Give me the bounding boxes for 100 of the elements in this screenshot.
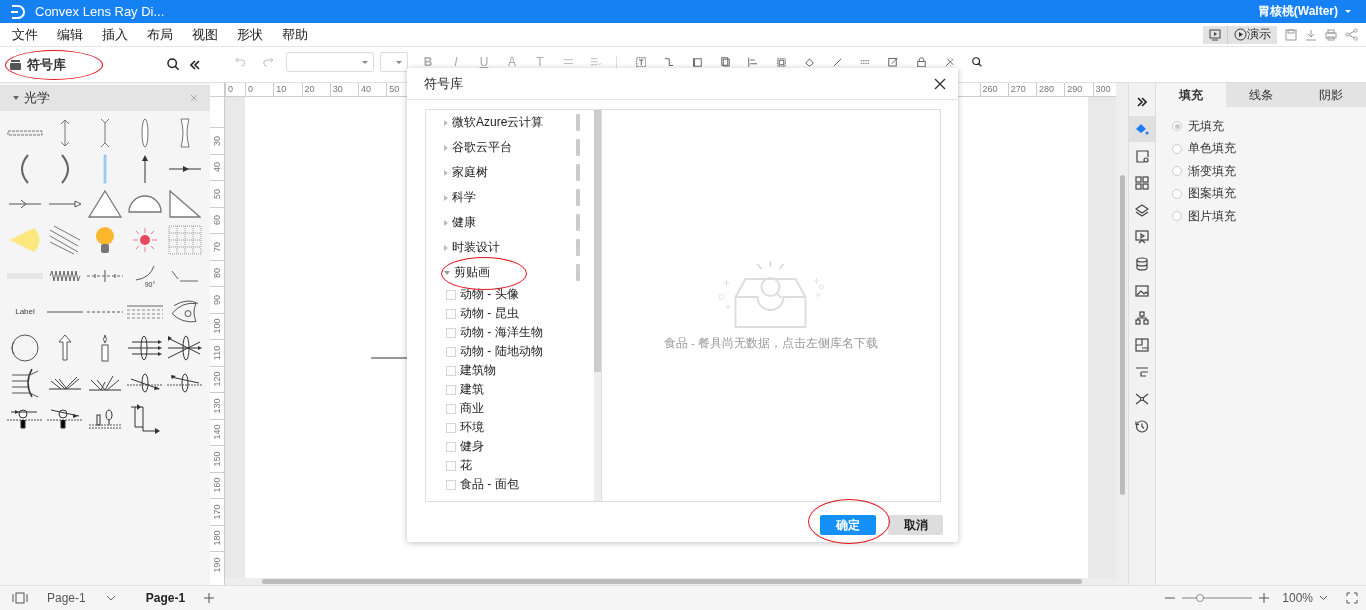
spacing-icon[interactable] <box>590 58 602 66</box>
search-icon[interactable] <box>971 56 983 68</box>
angle-arc-icon <box>135 264 155 281</box>
slider-thumb[interactable] <box>1195 594 1204 602</box>
page-selector[interactable]: Page-1 <box>47 591 116 605</box>
print-icon[interactable] <box>1324 28 1337 41</box>
triangle-icon <box>88 190 122 219</box>
library-item[interactable]: 家庭树 <box>426 160 594 185</box>
cancel-button[interactable]: 取消 <box>888 515 943 535</box>
container-icon[interactable] <box>692 57 702 67</box>
checkbox[interactable] <box>446 384 456 395</box>
checkbox[interactable] <box>446 346 456 357</box>
menu-item[interactable]: 文件 <box>12 25 38 44</box>
expand-arrow-icon[interactable] <box>443 218 449 227</box>
radio-button[interactable] <box>1172 188 1182 199</box>
library-item[interactable]: 花 <box>460 457 472 474</box>
history-icon <box>1135 419 1149 433</box>
radio-button[interactable] <box>1172 121 1182 132</box>
library-item[interactable]: 科学 <box>426 185 594 210</box>
zoom-level[interactable]: 100% <box>1282 591 1313 605</box>
share-icon[interactable] <box>1344 27 1358 42</box>
search-icon[interactable] <box>167 58 180 71</box>
undo-icon[interactable] <box>234 57 246 67</box>
library-item[interactable]: 动物 - 昆虫 <box>460 305 519 322</box>
text-box-icon[interactable] <box>635 56 647 68</box>
menu-item[interactable]: 形状 <box>237 25 263 44</box>
expand-arrow-icon[interactable] <box>443 118 449 127</box>
download-icon[interactable] <box>1304 28 1317 41</box>
checkbox[interactable] <box>446 441 456 452</box>
expand-arrow-icon[interactable] <box>443 269 451 276</box>
checkbox[interactable] <box>446 365 456 376</box>
pen-icon[interactable] <box>832 57 842 67</box>
scrollbar-thumb[interactable] <box>262 579 1082 584</box>
scrollbar-thumb[interactable] <box>1120 175 1125 495</box>
menu-item[interactable]: 布局 <box>147 25 173 44</box>
library-item[interactable]: 健身 <box>460 438 484 455</box>
library-item[interactable]: 剪贴画 <box>426 260 594 285</box>
library-item[interactable]: 微软Azure云计算 <box>426 110 594 135</box>
checkbox[interactable] <box>446 479 456 490</box>
checkbox[interactable] <box>446 308 456 319</box>
close-icon[interactable] <box>934 77 946 90</box>
fill-icon[interactable] <box>804 57 814 67</box>
user-name[interactable]: 胃核桃(Walter) <box>1257 3 1338 20</box>
radio-button[interactable] <box>1172 211 1182 222</box>
radio-button[interactable] <box>1172 166 1182 177</box>
caret-icon[interactable] <box>12 95 20 101</box>
collapse-icon[interactable] <box>190 59 200 70</box>
radio-button[interactable] <box>1172 143 1182 154</box>
lock-icon[interactable] <box>916 56 926 68</box>
redo-icon[interactable] <box>262 57 274 67</box>
checkbox[interactable] <box>446 289 456 300</box>
library-item[interactable]: 食品 - 面包 <box>460 476 519 493</box>
library-item[interactable]: 建筑 <box>460 381 484 398</box>
caret-icon[interactable] <box>1319 595 1328 601</box>
connector-icon[interactable] <box>664 57 674 67</box>
menu-item[interactable]: 视图 <box>192 25 218 44</box>
page-tab[interactable]: Page-1 <box>145 591 186 605</box>
page-layout-icon[interactable] <box>12 592 28 604</box>
expand-arrow-icon[interactable] <box>443 243 449 252</box>
align-icon[interactable] <box>562 59 574 65</box>
checkbox[interactable] <box>446 327 456 338</box>
shape-thumbnail[interactable]: Label <box>5 294 45 330</box>
library-item[interactable]: 动物 - 头像 <box>460 286 519 303</box>
fullscreen-icon[interactable] <box>1346 592 1358 604</box>
caret-icon[interactable] <box>1344 9 1352 14</box>
line-style-icon[interactable] <box>859 59 871 65</box>
library-item[interactable]: 商业 <box>460 400 484 417</box>
add-page-icon[interactable] <box>203 592 216 604</box>
zoom-in-icon[interactable] <box>1258 592 1271 604</box>
panel-title: 符号库 <box>27 55 67 74</box>
library-item[interactable]: 动物 - 陆地动物 <box>460 343 543 360</box>
expand-arrow-icon[interactable] <box>443 143 449 152</box>
page-icon[interactable] <box>720 57 730 67</box>
expand-arrow-icon[interactable] <box>443 168 449 177</box>
menu-item[interactable]: 帮助 <box>282 25 308 44</box>
menu-item[interactable]: 插入 <box>102 25 128 44</box>
edit-icon[interactable] <box>887 57 899 67</box>
library-item[interactable]: 环境 <box>460 419 484 436</box>
panel-tab[interactable]: 阴影 <box>1296 83 1366 107</box>
expand-icon[interactable] <box>1137 97 1147 107</box>
size-dropdown[interactable] <box>380 52 408 72</box>
library-item[interactable]: 时装设计 <box>426 235 594 260</box>
library-item[interactable]: 健康 <box>426 210 594 235</box>
section-header[interactable]: 光学 <box>0 85 210 111</box>
menu-item[interactable]: 编辑 <box>57 25 83 44</box>
checkbox[interactable] <box>446 422 456 433</box>
library-item[interactable]: 建筑物 <box>460 362 496 379</box>
paint-bucket-tool[interactable] <box>1129 116 1155 142</box>
tools-icon[interactable] <box>944 57 954 67</box>
library-item[interactable]: 动物 - 海洋生物 <box>460 324 543 341</box>
save-icon[interactable] <box>1284 28 1297 41</box>
panel-tab[interactable]: 线条 <box>1226 83 1296 107</box>
align-left-icon[interactable] <box>748 56 758 68</box>
expand-arrow-icon[interactable] <box>443 193 449 202</box>
checkbox[interactable] <box>446 403 456 414</box>
library-item[interactable]: 谷歌云平台 <box>426 135 594 160</box>
spring-icon <box>49 270 81 283</box>
group-icon[interactable] <box>776 57 786 67</box>
scrollbar-thumb[interactable] <box>594 110 601 372</box>
checkbox[interactable] <box>446 460 456 471</box>
